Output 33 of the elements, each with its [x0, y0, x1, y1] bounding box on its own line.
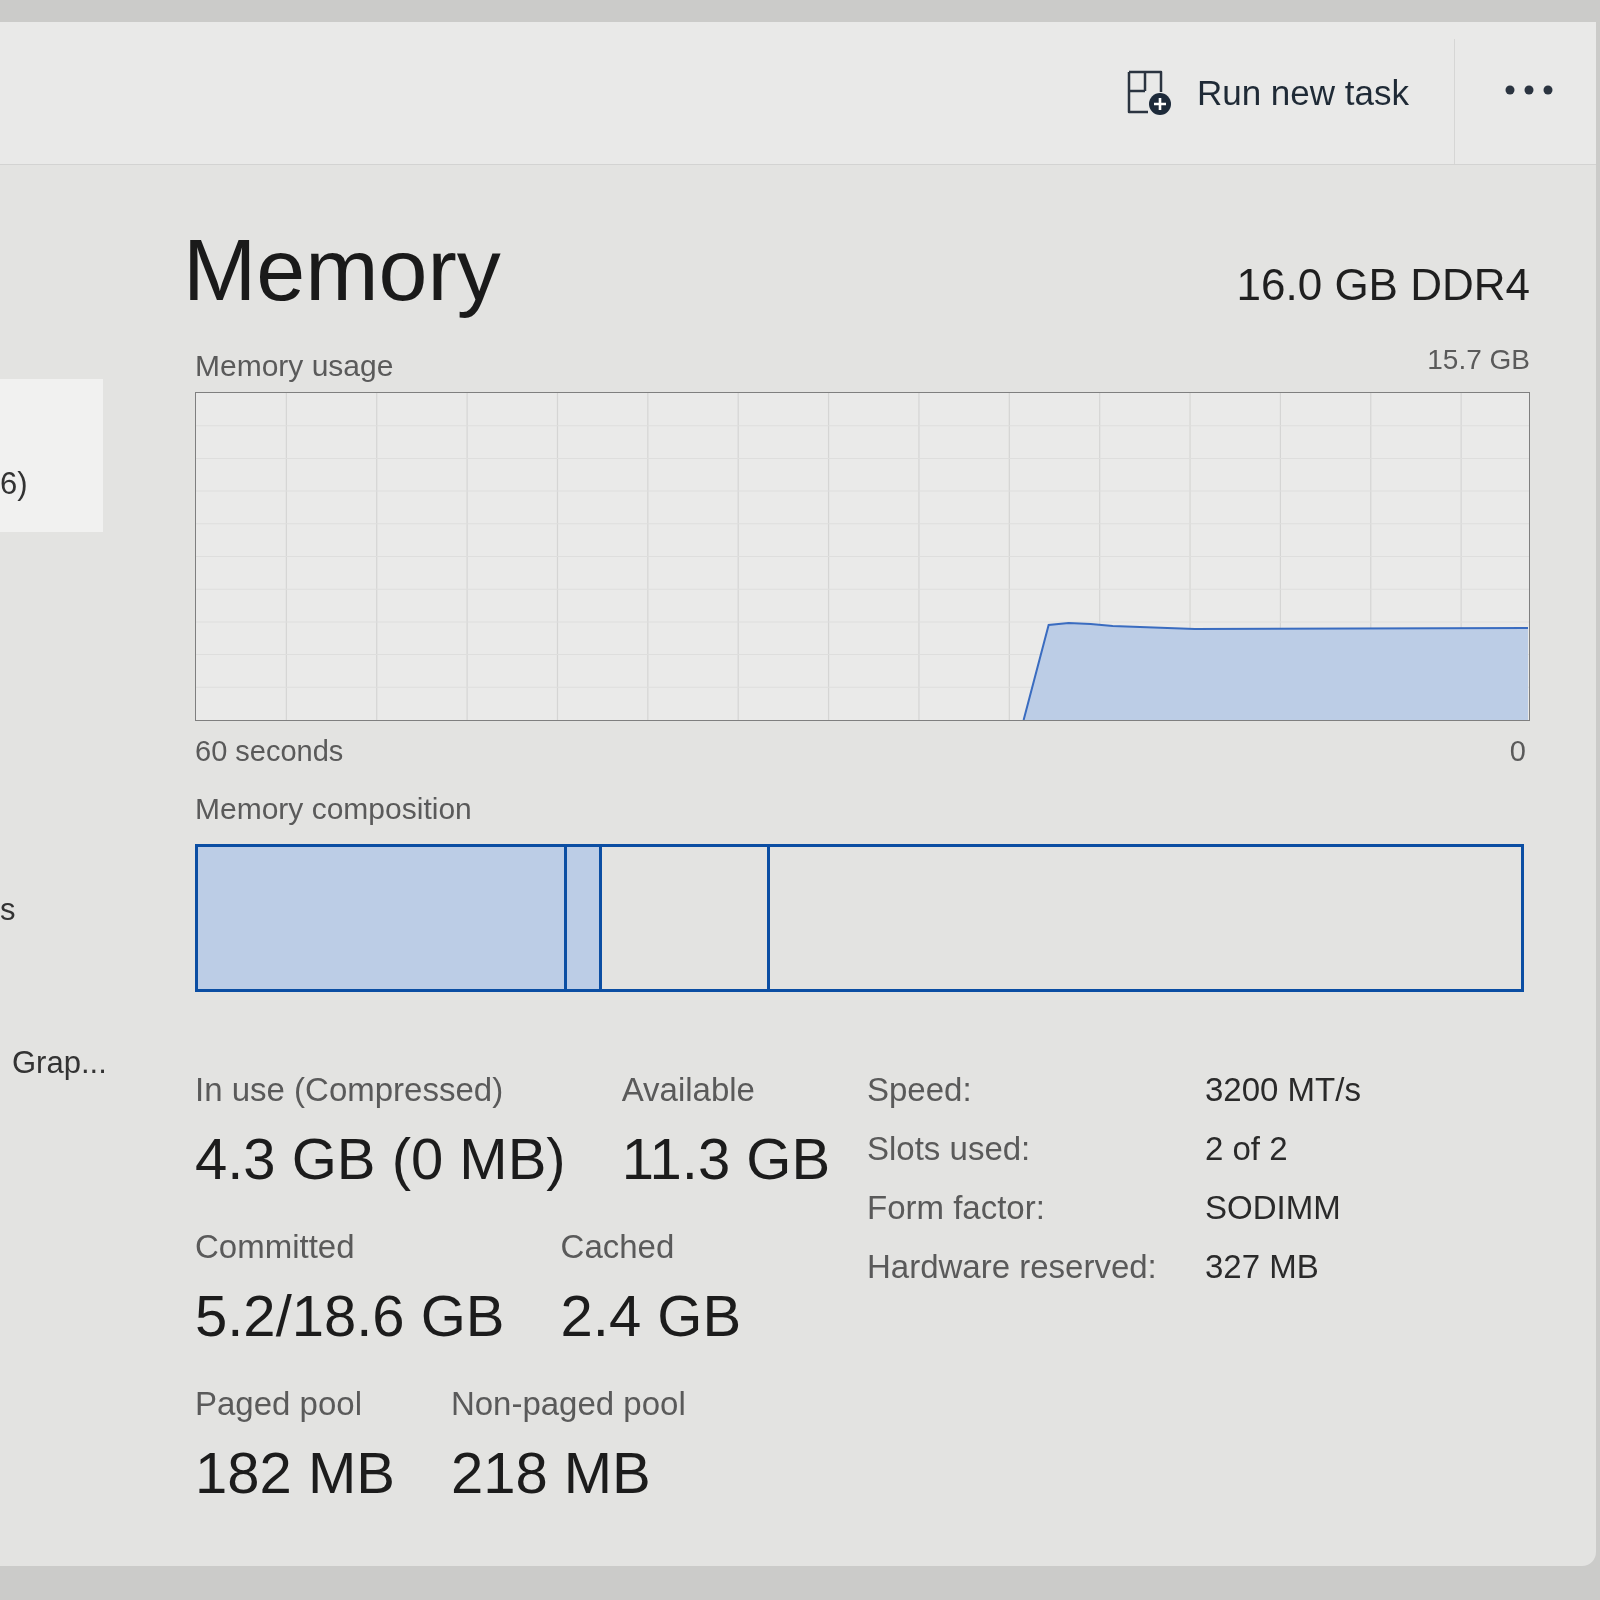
- page-title: Memory: [183, 219, 501, 321]
- stat-label: Paged pool: [195, 1386, 363, 1423]
- stat-value: 4.3 GB (0 MB): [195, 1127, 566, 1192]
- time-start-label: 60 seconds: [195, 735, 344, 768]
- composition-title: Memory composition: [195, 793, 473, 826]
- stat-value: 182 MB: [195, 1441, 395, 1506]
- stat-value: 5.2/18.6 GB: [195, 1284, 505, 1349]
- stat-label: In use (Compressed): [195, 1072, 505, 1109]
- window-plus-icon: [1126, 70, 1172, 116]
- stat-value: 11.3 GB: [621, 1127, 831, 1192]
- more-icon[interactable]: [1505, 85, 1553, 95]
- detail-label: Speed:: [867, 1070, 973, 1111]
- memory-capacity: 16.0 GB DDR4: [1236, 260, 1530, 311]
- stat-label: Cached: [560, 1229, 676, 1266]
- stat-value: 2.4 GB: [560, 1284, 742, 1349]
- detail-label: Hardware reserved:: [867, 1247, 1158, 1288]
- detail-label: Slots used:: [867, 1129, 1032, 1170]
- detail-value: 3200 MT/s: [1205, 1070, 1361, 1111]
- time-end-label: 0: [1509, 735, 1526, 768]
- sidebar-item[interactable]: Grap...: [0, 958, 103, 1111]
- detail-value: 2 of 2: [1205, 1129, 1289, 1170]
- run-new-task-button[interactable]: Run new task: [1126, 70, 1409, 116]
- graph-title: Memory usage: [195, 350, 394, 383]
- sidebar-item[interactable]: s: [0, 805, 103, 958]
- sidebar-item[interactable]: 6): [0, 379, 103, 532]
- stat-value: 218 MB: [450, 1441, 652, 1506]
- graph-max-label: 15.7 GB: [1427, 344, 1530, 377]
- detail-label: Form factor:: [867, 1188, 1046, 1229]
- detail-value: SODIMM: [1205, 1188, 1342, 1229]
- detail-value: 327 MB: [1205, 1247, 1320, 1288]
- stat-label: Committed: [195, 1229, 356, 1266]
- stat-label: Available: [621, 1072, 756, 1109]
- stat-label: Non-paged pool: [450, 1386, 686, 1423]
